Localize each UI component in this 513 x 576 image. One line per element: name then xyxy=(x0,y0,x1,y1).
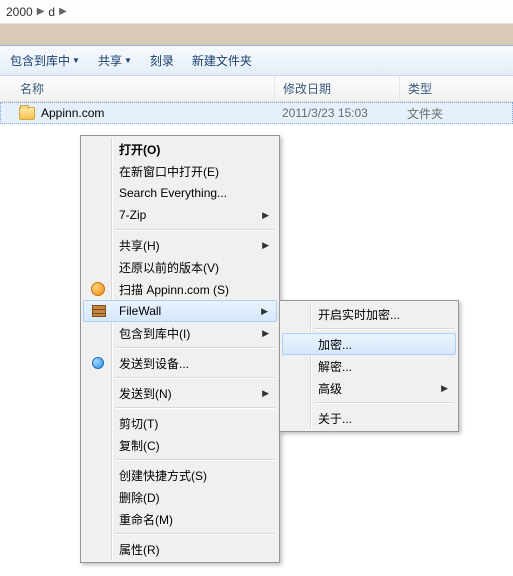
wall-icon xyxy=(90,302,108,320)
menu-cut[interactable]: 剪切(T) xyxy=(83,412,277,434)
menu-search-everything[interactable]: Search Everything... xyxy=(83,182,277,204)
file-type: 文件夹 xyxy=(399,105,512,122)
device-icon xyxy=(89,354,107,372)
filewall-submenu: 开启实时加密... 加密... 解密... 高级 ▶ 关于... xyxy=(279,300,459,432)
submenu-advanced[interactable]: 高级 ▶ xyxy=(282,377,456,399)
menu-separator xyxy=(115,533,275,535)
menu-delete[interactable]: 删除(D) xyxy=(83,486,277,508)
menu-separator xyxy=(115,459,275,461)
submenu-arrow-icon: ▶ xyxy=(262,388,269,399)
menu-send-to[interactable]: 发送到(N) ▶ xyxy=(83,382,277,404)
menu-separator xyxy=(314,328,454,330)
toolbar-include-in-library[interactable]: 包含到库中 ▼ xyxy=(10,52,80,69)
menu-separator xyxy=(115,377,275,379)
column-modified[interactable]: 修改日期 xyxy=(275,76,400,101)
column-headers: 名称 修改日期 类型 xyxy=(0,76,513,102)
menu-properties[interactable]: 属性(R) xyxy=(83,538,277,560)
menu-send-to-device[interactable]: 发送到设备... xyxy=(83,352,277,374)
file-row[interactable]: Appinn.com 2011/3/23 15:03 文件夹 xyxy=(0,102,513,124)
menu-open-new-window[interactable]: 在新窗口中打开(E) xyxy=(83,160,277,182)
menu-scan[interactable]: 扫描 Appinn.com (S) xyxy=(83,278,277,300)
dropdown-icon: ▼ xyxy=(72,56,80,65)
toolbar-burn[interactable]: 刻录 xyxy=(150,52,174,69)
menu-restore-previous[interactable]: 还原以前的版本(V) xyxy=(83,256,277,278)
menu-share[interactable]: 共享(H) ▶ xyxy=(83,234,277,256)
submenu-encrypt[interactable]: 加密... xyxy=(282,333,456,355)
column-name[interactable]: 名称 xyxy=(0,76,275,101)
menu-separator xyxy=(115,347,275,349)
chevron-right-icon: ▶ xyxy=(37,6,45,17)
folder-icon xyxy=(19,107,35,120)
menu-copy[interactable]: 复制(C) xyxy=(83,434,277,456)
submenu-start-realtime-encrypt[interactable]: 开启实时加密... xyxy=(282,303,456,325)
menu-include-in-library[interactable]: 包含到库中(I) ▶ xyxy=(83,322,277,344)
toolbar-new-folder[interactable]: 新建文件夹 xyxy=(192,52,252,69)
breadcrumb-seg[interactable]: 2000 xyxy=(6,5,33,19)
breadcrumb-seg[interactable]: d xyxy=(48,5,55,19)
menu-filewall[interactable]: FileWall ▶ xyxy=(83,300,277,322)
file-name: Appinn.com xyxy=(41,106,104,120)
menu-7zip[interactable]: 7-Zip ▶ xyxy=(83,204,277,226)
submenu-arrow-icon: ▶ xyxy=(261,306,268,317)
menu-separator xyxy=(314,402,454,404)
breadcrumb[interactable]: 2000 ▶ d ▶ xyxy=(0,0,513,24)
submenu-arrow-icon: ▶ xyxy=(262,328,269,339)
submenu-decrypt[interactable]: 解密... xyxy=(282,355,456,377)
menu-rename[interactable]: 重命名(M) xyxy=(83,508,277,530)
submenu-about[interactable]: 关于... xyxy=(282,407,456,429)
menu-open[interactable]: 打开(O) xyxy=(83,138,277,160)
toolbar: 包含到库中 ▼ 共享 ▼ 刻录 新建文件夹 xyxy=(0,46,513,76)
submenu-arrow-icon: ▶ xyxy=(441,383,448,394)
menu-separator xyxy=(115,229,275,231)
toolbar-share[interactable]: 共享 ▼ xyxy=(98,52,132,69)
column-type[interactable]: 类型 xyxy=(400,76,513,101)
scan-icon xyxy=(89,280,107,298)
menu-create-shortcut[interactable]: 创建快捷方式(S) xyxy=(83,464,277,486)
file-date: 2011/3/23 15:03 xyxy=(274,106,399,120)
chevron-right-icon: ▶ xyxy=(59,6,67,17)
submenu-arrow-icon: ▶ xyxy=(262,240,269,251)
dropdown-icon: ▼ xyxy=(124,56,132,65)
menu-separator xyxy=(115,407,275,409)
submenu-arrow-icon: ▶ xyxy=(262,210,269,221)
context-menu: 打开(O) 在新窗口中打开(E) Search Everything... 7-… xyxy=(80,135,280,563)
